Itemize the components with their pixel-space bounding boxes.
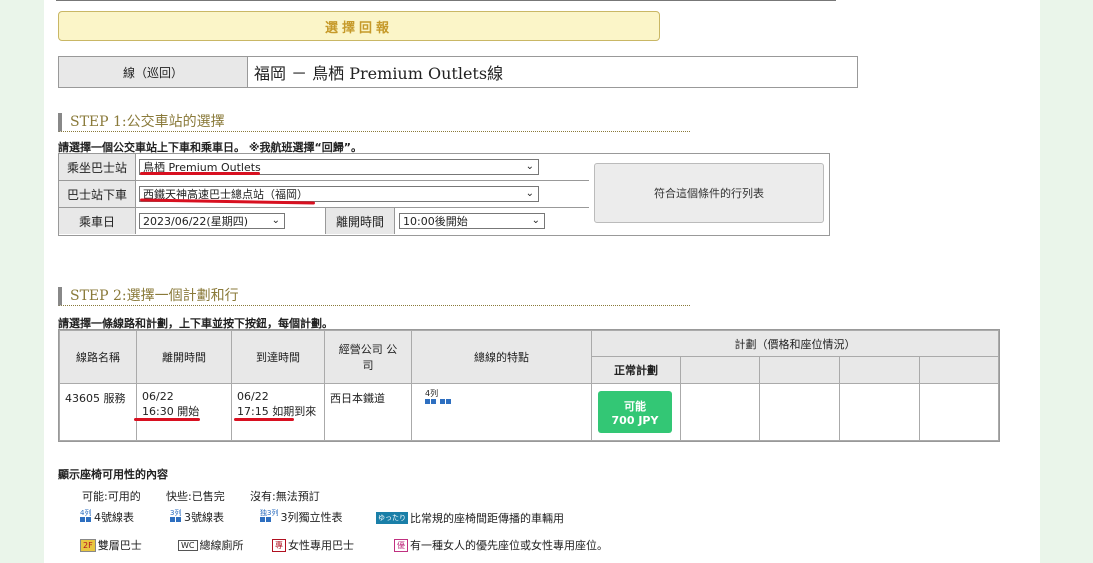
- three-row-text: 3號線表: [184, 511, 224, 524]
- four-row-text: 4號線表: [94, 511, 134, 524]
- arrival-date: 06/22: [237, 390, 269, 403]
- header-plan-empty: [919, 356, 999, 384]
- header-plan: 計劃（價格和座位情況）: [591, 330, 999, 357]
- wide-pitch-text: 比常規的座椅間距傳播的車輛用: [410, 512, 564, 525]
- cell-plan-empty: [919, 383, 999, 441]
- departure-time: 16:30 開始: [142, 405, 200, 418]
- header-departure: 離開時間: [136, 330, 232, 384]
- header-plan-empty: [680, 356, 760, 384]
- legend-status-soldout: 快些:已售完: [166, 490, 225, 503]
- cell-plan-empty: [759, 383, 840, 441]
- cell-route: 43605 服務: [59, 383, 137, 441]
- women-only-icon: 專: [272, 538, 286, 552]
- cell-departure: 06/22 16:30 開始: [136, 383, 232, 441]
- header-plan-empty: [839, 356, 920, 384]
- departure-date: 06/22: [142, 390, 174, 403]
- header-company: 經營公司 公司: [324, 330, 412, 384]
- route-name: 福岡 － 鳥栖 Premium Outlets線: [254, 64, 504, 83]
- three-independent-text: 3列獨立性表: [280, 511, 343, 524]
- independent-seat-icon: 独3列: [260, 510, 278, 524]
- plan-status: 可能: [624, 399, 646, 413]
- step1-title: STEP 1:公交車站的選擇: [58, 113, 690, 132]
- legend-double-decker: 2F 雙層巴士: [80, 537, 142, 553]
- chevron-down-icon: ⌄: [525, 161, 534, 172]
- toilet-text: 總線廁所: [199, 539, 244, 552]
- legend-status-unavailable: 沒有:無法預訂: [250, 490, 320, 503]
- wide-pitch-icon: ゆったり: [376, 512, 408, 524]
- four-row-badge: 4列: [80, 509, 92, 517]
- ride-date-label: 乘車日: [59, 208, 136, 234]
- header-plan-empty: [759, 356, 840, 384]
- legend-wide-pitch: ゆったり 比常規的座椅間距傳播的車輛用: [376, 510, 564, 526]
- header-features: 總線的特點: [411, 330, 592, 384]
- four-row-badge: 4列: [425, 389, 439, 398]
- departure-time-label: 離開時間: [325, 208, 395, 234]
- three-row-badge: 3列: [170, 509, 182, 517]
- departure-time-value: 10:00後開始: [403, 215, 468, 228]
- women-priority-text: 有一種女人的優先座位或女性專用座位。: [410, 539, 608, 552]
- legend-title: 顯示座椅可用性的內容: [58, 468, 168, 481]
- ride-date-select[interactable]: 2023/06/22(星期四) ⌄: [139, 213, 285, 229]
- cell-company: 西日本鐵道: [324, 383, 412, 441]
- step2-title: STEP 2:選擇一個計劃和行: [58, 287, 690, 306]
- bus-stop-selection-form: 乘坐巴士站 鳥栖 Premium Outlets ⌄ 巴士站下車 西鐵天神高速巴…: [58, 153, 830, 236]
- cell-arrival: 06/22 17:15 如期到來: [231, 383, 325, 441]
- chevron-down-icon: ⌄: [525, 188, 534, 199]
- legend-women-only: 專 女性專用巴士: [272, 537, 354, 553]
- legend-toilet: WC 總線廁所: [178, 537, 244, 553]
- double-decker-icon: 2F: [80, 538, 96, 552]
- annotation-underline: [140, 172, 260, 175]
- legend-status-available: 可能:可用的: [82, 490, 141, 503]
- search-trips-button[interactable]: 符合這個條件的行列表: [594, 163, 824, 223]
- header-arrival: 到達時間: [231, 330, 325, 384]
- route-info: 線（巡回） 福岡 － 鳥栖 Premium Outlets線: [58, 56, 858, 88]
- departure-time-select[interactable]: 10:00後開始 ⌄: [399, 213, 545, 229]
- chevron-down-icon: ⌄: [531, 215, 540, 226]
- book-normal-plan-button[interactable]: 可能 700 JPY: [598, 391, 672, 433]
- header-route: 線路名稱: [59, 330, 137, 384]
- main-content: 選擇回報 線（巡回） 福岡 － 鳥栖 Premium Outlets線 STEP…: [44, 0, 1040, 563]
- annotation-underline: [134, 418, 200, 421]
- legend-four-row: 4列 4號線表: [80, 509, 134, 525]
- cell-plan-empty: [680, 383, 760, 441]
- boarding-stop-label: 乘坐巴士站: [59, 154, 136, 180]
- cell-features: 4列: [411, 383, 592, 441]
- cell-plan-empty: [839, 383, 920, 441]
- select-return-button[interactable]: 選擇回報: [58, 11, 660, 41]
- route-label: 線（巡回）: [59, 57, 248, 87]
- ride-date-value: 2023/06/22(星期四): [143, 215, 248, 228]
- legend-women-priority: 優 有一種女人的優先座位或女性專用座位。: [394, 537, 608, 553]
- toilet-icon: WC: [178, 539, 198, 551]
- four-row-seat-icon: 4列: [425, 390, 586, 406]
- chevron-down-icon: ⌄: [271, 215, 280, 226]
- double-decker-text: 雙層巴士: [97, 539, 142, 552]
- arrival-time: 17:15 如期到來: [237, 405, 317, 418]
- top-divider: [56, 0, 836, 1]
- alight-stop-label: 巴士站下車: [59, 181, 136, 207]
- four-row-seat-icon: 4列: [80, 510, 92, 524]
- independent-badge: 独3列: [260, 509, 279, 517]
- annotation-underline: [234, 418, 294, 421]
- plan-price: 700 JPY: [611, 413, 659, 427]
- header-normal-plan: 正常計劃: [591, 356, 681, 384]
- three-row-seat-icon: 3列: [170, 510, 182, 524]
- women-priority-icon: 優: [394, 538, 408, 552]
- legend-three-row: 3列 3號線表: [170, 509, 224, 525]
- legend-three-independent: 独3列 3列獨立性表: [260, 509, 342, 525]
- women-only-text: 女性專用巴士: [288, 539, 354, 552]
- trip-table: 線路名稱 離開時間 到達時間 經營公司 公司 總線的特點 計劃（價格和座位情況）…: [58, 329, 1000, 442]
